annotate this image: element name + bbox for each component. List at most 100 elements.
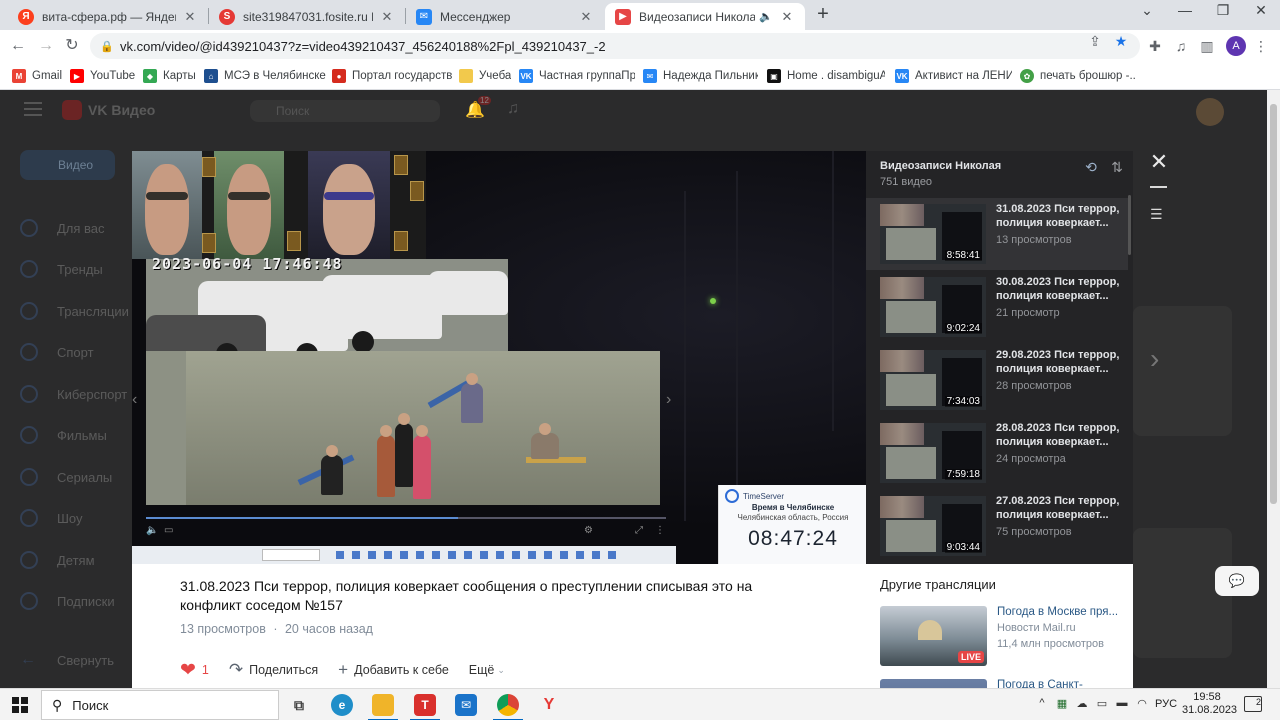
prev-video-icon[interactable]: ‹ [132, 391, 137, 409]
video-player[interactable]: 2023-06-04 17:46:48 ‹ › 🔈 ▭ ⚙ ⤢ ⋮ TimeSe… [132, 151, 866, 564]
close-tab-icon[interactable]: ✕ [182, 9, 198, 25]
tab-fosite[interactable]: S site319847031.fosite.ru Главная ✕ [209, 3, 405, 30]
text-editor-icon[interactable]: T [410, 694, 440, 720]
extensions-icon[interactable]: ✚ [1146, 37, 1164, 55]
scrollbar-thumb[interactable] [1270, 104, 1277, 504]
minimize-modal-icon[interactable] [1150, 186, 1167, 188]
maximize-button[interactable]: ❐ [1208, 2, 1238, 19]
notifications-bell-icon[interactable]: 🔔 12 [464, 96, 491, 122]
sidebar-item-shows[interactable]: Шоу [20, 508, 83, 528]
side-panel-icon[interactable]: ▥ [1198, 37, 1216, 55]
hidden-icons-icon[interactable]: ^ [1034, 697, 1050, 713]
vk-video-logo[interactable]: VK Видео [62, 100, 155, 120]
tray-app-icon[interactable]: ▭ [1094, 697, 1110, 713]
tab-yandex[interactable]: Я вита-сфера.рф — Яндекс: нашл ✕ [8, 3, 208, 30]
clock[interactable]: 19:58 31.08.2023 [1182, 691, 1237, 717]
sidebar-item-esport[interactable]: Киберспорт [20, 384, 127, 404]
media-control-icon[interactable]: ♫ [1172, 37, 1190, 55]
sidebar-video-button[interactable]: Видео [20, 150, 115, 180]
share-icon[interactable]: ⇪ [1086, 33, 1104, 50]
forward-icon[interactable]: → [36, 36, 56, 56]
close-tab-icon[interactable]: ✕ [578, 9, 594, 25]
task-view-icon[interactable]: ⧉ [288, 694, 310, 716]
minimize-button[interactable]: — [1170, 2, 1200, 18]
cloud-icon[interactable]: ☁ [1074, 697, 1090, 713]
sidebar-item-for-you[interactable]: Для вас [20, 218, 105, 238]
inner-progress-bar[interactable] [146, 517, 666, 519]
bookmark-folder-ucheba[interactable]: Учеба [459, 67, 511, 85]
playlist-item[interactable]: 9:03:44 27.08.2023 Пси террор, полиция к… [866, 490, 1128, 562]
close-tab-icon[interactable]: ✕ [379, 9, 395, 25]
bookmark-star-icon[interactable]: ★ [1112, 33, 1130, 50]
sidebar-item-sport[interactable]: Спорт [20, 342, 94, 362]
playlist-item[interactable]: 8:58:41 31.08.2023 Пси террор, полиция к… [866, 198, 1128, 270]
volume-icon[interactable]: 🔈 [146, 525, 158, 536]
burger-menu-icon[interactable] [24, 102, 42, 116]
broadcast-item[interactable]: LIVE Погода в Москве пря... Новости Mail… [880, 606, 1130, 668]
close-window-button[interactable]: ✕ [1246, 2, 1276, 19]
menu-icon[interactable]: ⋮ [1252, 37, 1270, 55]
share-button[interactable]: ↷ Поделиться [229, 660, 318, 680]
notification-center-icon[interactable]: 2 [1244, 696, 1262, 712]
sidebar-item-subscriptions[interactable]: Подписки [20, 591, 115, 611]
bookmark-nadezhda[interactable]: ✉ Надежда Пильник... [643, 67, 758, 85]
like-button[interactable]: ❤ 1 [180, 659, 209, 682]
tab-search-icon[interactable]: ⌄ [1132, 2, 1162, 19]
add-to-mine-button[interactable]: + Добавить к себе [338, 660, 449, 680]
mail-icon[interactable]: ✉ [455, 694, 477, 716]
back-icon[interactable]: ← [8, 36, 28, 56]
sort-icon[interactable]: ⇅ [1108, 159, 1126, 176]
windows-start-icon[interactable] [12, 697, 28, 713]
vk-search-input[interactable]: Поиск [250, 100, 440, 122]
repeat-icon[interactable]: ⟲ [1082, 159, 1100, 176]
lock-icon[interactable]: 🔒 [100, 40, 114, 53]
tray-app-icon[interactable]: ▦ [1054, 697, 1070, 713]
file-explorer-icon[interactable] [368, 694, 398, 720]
yandex-browser-icon[interactable]: Y [538, 694, 560, 716]
profile-avatar[interactable]: A [1226, 36, 1246, 56]
sidebar-item-kids[interactable]: Детям [20, 550, 95, 570]
carousel-next-icon[interactable]: › [1150, 343, 1159, 375]
battery-icon[interactable]: ▬ [1114, 697, 1130, 713]
settings-icon[interactable]: ⚙ [584, 525, 593, 536]
fullscreen-icon[interactable]: ⤢ [635, 525, 643, 536]
wifi-icon[interactable]: ◠ [1134, 697, 1150, 713]
broadcast-item[interactable]: Погода в Санкт- [880, 679, 1130, 688]
close-tab-icon[interactable]: ✕ [779, 9, 795, 25]
bookmark-print[interactable]: ✿ печать брошюр -... [1020, 67, 1135, 85]
chrome-icon[interactable] [493, 694, 523, 720]
bookmark-gmail[interactable]: M Gmail [12, 67, 62, 85]
speaker-icon[interactable]: 🔈 [759, 10, 773, 23]
sidebar-item-series[interactable]: Сериалы [20, 467, 112, 487]
tab-messenger[interactable]: ✉ Мессенджер ✕ [406, 3, 604, 30]
windows-search-input[interactable]: ⚲ Поиск [41, 690, 279, 720]
sidebar-item-collapse[interactable]: ← Свернуть [20, 650, 114, 670]
close-modal-icon[interactable]: ✕ [1148, 151, 1170, 173]
sidebar-item-broadcasts[interactable]: Трансляции [20, 301, 129, 321]
bookmark-maps[interactable]: ◆ Карты [143, 67, 196, 85]
bookmark-youtube[interactable]: ▶ YouTube [70, 67, 135, 85]
sidebar-item-trends[interactable]: Тренды [20, 259, 103, 279]
music-icon[interactable]: ♫ [502, 100, 524, 122]
sidebar-item-films[interactable]: Фильмы [20, 425, 107, 445]
playlist-scrollbar[interactable] [1128, 195, 1131, 255]
playlist-toggle-icon[interactable]: ☰ [1150, 206, 1168, 223]
subtitles-icon[interactable]: ▭ [164, 525, 173, 536]
playlist-item[interactable]: 7:34:03 29.08.2023 Пси террор, полиция к… [866, 344, 1128, 416]
tab-vk-video[interactable]: ▶ Видеозаписи Николая Бабу 🔈 ✕ [605, 3, 805, 30]
bookmark-mse[interactable]: ⌂ МСЭ в Челябинске... [204, 67, 326, 85]
playlist-item[interactable]: 7:59:18 28.08.2023 Пси террор, полиция к… [866, 417, 1128, 489]
address-bar[interactable]: 🔒 vk.com/video/@id439210437?z=video43921… [90, 33, 1140, 59]
new-tab-button[interactable]: + [814, 4, 832, 24]
bookmark-activist[interactable]: VK Активист на ЛЕНИ... [895, 67, 1012, 85]
page-scrollbar[interactable] [1267, 90, 1280, 688]
next-video-icon[interactable]: › [666, 391, 671, 409]
bookmark-private-group[interactable]: VK Частная группаПр... [519, 67, 635, 85]
language-indicator[interactable]: РУС [1155, 698, 1177, 710]
playlist-item[interactable]: 9:02:24 30.08.2023 Пси террор, полиция к… [866, 271, 1128, 343]
more-icon[interactable]: ⋮ [655, 525, 665, 536]
chat-bubble-icon[interactable]: 💬 [1215, 566, 1259, 596]
reload-icon[interactable]: ↻ [62, 36, 82, 56]
more-button[interactable]: Ещё ⌄ [469, 663, 505, 677]
bookmark-gosuslugi[interactable]: ● Портал государств... [332, 67, 452, 85]
